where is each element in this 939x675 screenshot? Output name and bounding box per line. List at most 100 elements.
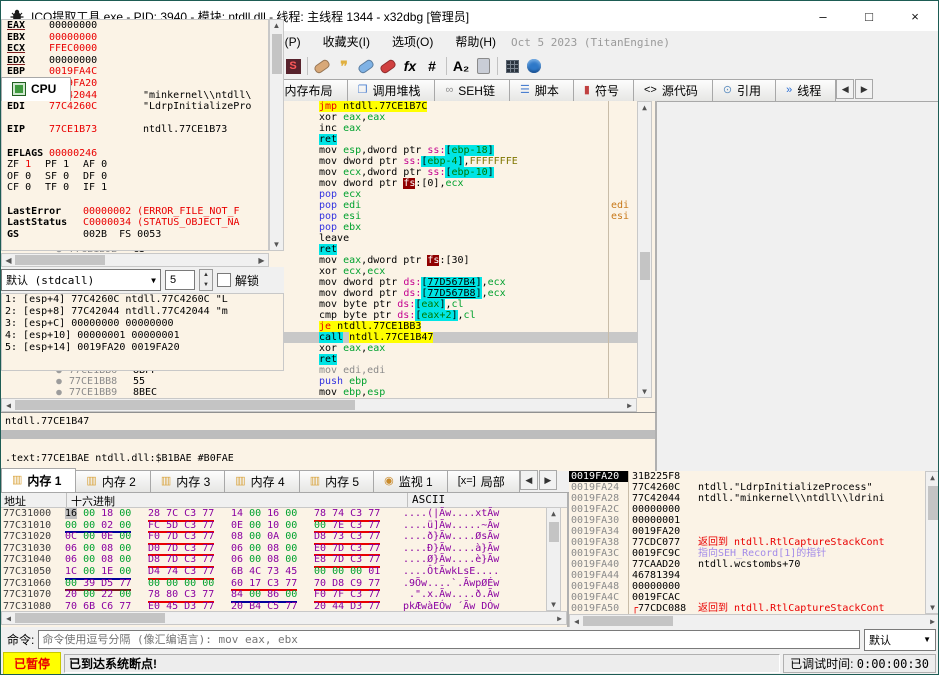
register-line[interactable]: EBX 00000000 bbox=[2, 32, 268, 44]
tab-脚本[interactable]: ☰ 脚本 bbox=[508, 79, 574, 101]
bookmark-button[interactable] bbox=[377, 55, 399, 77]
calling-convention-combo[interactable]: 默认 (stdcall) ▼ bbox=[1, 269, 161, 291]
register-line[interactable]: LastStatus C0000034 (STATUS_OBJECT_NA bbox=[2, 217, 268, 229]
comment-button[interactable]: ❞ bbox=[333, 55, 355, 77]
register-line[interactable]: ECX FFEC0000 bbox=[2, 43, 268, 55]
dump-row-77C31060[interactable]: 77C31060 00 39 D5 77 00 00 00 00 60 17 C3 7… bbox=[1, 578, 567, 592]
stack-row-0019FA24[interactable]: 0019FA24 77C4260C ntdll."LdrpInitializePro… bbox=[569, 482, 938, 493]
register-line[interactable]: LastError 00000002 (ERROR_FILE_NOT_F bbox=[2, 206, 268, 218]
calculator-button[interactable] bbox=[501, 55, 523, 77]
register-line[interactable]: EDI 77C4260C "LdrpInitializePro bbox=[2, 101, 268, 113]
register-line[interactable]: ZF 1 PF 1 AF 0 bbox=[2, 159, 268, 171]
hash-button[interactable]: # bbox=[421, 55, 443, 77]
registers-hscrollbar[interactable]: ◀ ▶ bbox=[1, 253, 269, 267]
menu-item-5[interactable]: 收藏夹(I) bbox=[312, 33, 381, 51]
tab-内存1[interactable]: ▥ 内存 1 bbox=[1, 468, 77, 492]
stack-hscrollbar[interactable]: ◀ ▶ bbox=[569, 614, 938, 627]
stack-value: 77CDC077 bbox=[628, 537, 694, 548]
patch-button[interactable] bbox=[311, 55, 333, 77]
tab-调用堆栈[interactable]: ❐ 调用堆栈 bbox=[346, 79, 436, 101]
registers-view[interactable]: EAX 00000000 EBX 00000000 ECX FFEC0000 EDX 0000… bbox=[1, 19, 269, 251]
registers-vscrollbar[interactable]: ▲ ▼ bbox=[269, 19, 284, 251]
unlock-checkbox[interactable] bbox=[217, 273, 231, 287]
menu-item-6[interactable]: 选项(O) bbox=[381, 33, 444, 51]
stack-row-0019FA3C[interactable]: 0019FA3C 0019FC9C 指向SEH_Record[1]的指针 bbox=[569, 548, 938, 559]
dump-tab-scroll-right[interactable]: ▶ bbox=[538, 470, 557, 490]
dump-vscrollbar[interactable]: ▲ ▼ bbox=[546, 507, 561, 611]
arg-count-spinner[interactable]: ▲ ▼ bbox=[199, 269, 213, 291]
tab-内存4[interactable]: ▥ 内存 4 bbox=[224, 470, 300, 492]
disasm-row-77CE1BB8[interactable]: 77CE1BB8 55 push ebp bbox=[69, 376, 637, 387]
stack-pane[interactable]: 0019FA20 31B225F8 0019FA24 77C4260C ntdll."L… bbox=[569, 471, 938, 627]
argument-row-5[interactable]: 5: [esp+14] 0019FA20 0019FA20 bbox=[2, 342, 283, 354]
dump-hscrollbar[interactable]: ◀ ▶ bbox=[1, 611, 567, 625]
stack-row-0019FA44[interactable]: 0019FA44 46781394 bbox=[569, 570, 938, 581]
stack-row-0019FA38[interactable]: 0019FA38 77CDC077 返回到 ntdll.RtlCaptureStac… bbox=[569, 537, 938, 548]
tab-内存2[interactable]: ▥ 内存 2 bbox=[75, 470, 151, 492]
assemble-button[interactable]: A₂ bbox=[450, 55, 472, 77]
tab-内存5[interactable]: ▥ 内存 5 bbox=[298, 470, 375, 492]
dump-row-77C31030[interactable]: 77C31030 06 00 08 00 D0 7D C3 77 06 00 08 0… bbox=[1, 543, 567, 557]
disasm-hscrollbar[interactable]: ◀ ▶ bbox=[1, 398, 637, 412]
tab-scroll-left[interactable]: ◀ bbox=[836, 79, 855, 99]
stack-row-0019FA30[interactable]: 0019FA30 00000001 bbox=[569, 515, 938, 526]
dump-dword: 20 00 22 00 bbox=[65, 589, 132, 601]
dump-row-77C31020[interactable]: 77C31020 0C 00 0E 00 F0 7D C3 77 08 00 0A 0… bbox=[1, 531, 567, 545]
menu-item-7[interactable]: 帮助(H) bbox=[444, 33, 507, 51]
stack-row-0019FA2C[interactable]: 0019FA2C 00000000 bbox=[569, 504, 938, 515]
label-button[interactable] bbox=[355, 55, 377, 77]
stack-row-0019FA48[interactable]: 0019FA48 00000000 bbox=[569, 581, 938, 592]
memory-dump-pane[interactable]: 地址 十六进制 ASCII 77C31000 16 00 18 00 28 7C C… bbox=[1, 493, 569, 627]
register-line[interactable]: EAX 00000000 bbox=[2, 20, 268, 32]
register-line[interactable]: OF 0 SF 0 DF 0 bbox=[2, 171, 268, 183]
modify-value-button[interactable] bbox=[472, 55, 494, 77]
command-input[interactable] bbox=[38, 630, 860, 649]
arg-count-input[interactable]: 5 bbox=[165, 270, 195, 290]
tab-SEH链[interactable]: ∞ SEH链 bbox=[434, 79, 510, 101]
stack-row-0019FA28[interactable]: 0019FA28 77C42044 ntdll."minkernel\\ntdll\… bbox=[569, 493, 938, 504]
dump-row-77C31040[interactable]: 77C31040 06 00 08 00 D8 7D C3 77 06 00 08 0… bbox=[1, 554, 567, 568]
disasm-comment bbox=[608, 123, 637, 134]
register-line[interactable]: EFLAGS 00000246 bbox=[2, 148, 268, 160]
tab-label: 符号 bbox=[594, 83, 619, 98]
tab-scroll-right[interactable]: ▶ bbox=[855, 79, 874, 99]
arguments-view[interactable]: 1: [esp+4] 77C4260C ntdll.77C4260C "L 2: … bbox=[1, 293, 284, 371]
tab-CPU[interactable]: CPU bbox=[1, 77, 72, 101]
argument-row-1[interactable]: 1: [esp+4] 77C4260C ntdll.77C4260C "L bbox=[2, 294, 283, 306]
internet-button[interactable] bbox=[523, 55, 545, 77]
dump-row-77C31050[interactable]: 77C31050 1C 00 1E 00 D4 74 C3 77 6B 4C 73 4… bbox=[1, 566, 567, 580]
argument-row-3[interactable]: 3: [esp+C] 00000000 00000000 bbox=[2, 318, 283, 330]
stack-vscrollbar[interactable]: ▲ ▼ bbox=[925, 471, 938, 614]
tab-符号[interactable]: ▮ 符号 bbox=[572, 79, 634, 101]
tab-局部[interactable]: [x=] 局部 bbox=[446, 470, 520, 492]
register-line[interactable]: GS 002B FS 0053 bbox=[2, 229, 268, 241]
dump-row-77C31070[interactable]: 77C31070 20 00 22 00 78 80 C3 77 84 00 86 0… bbox=[1, 589, 567, 603]
command-script-combo[interactable]: 默认 ▼ bbox=[864, 628, 936, 651]
tab-引用[interactable]: ⊙ 引用 bbox=[711, 79, 777, 101]
dump-tab-scroll-left[interactable]: ◀ bbox=[519, 470, 538, 490]
function-fx-button[interactable]: fx bbox=[399, 55, 421, 77]
dump-row-77C31010[interactable]: 77C31010 00 00 02 00 FC 5D C3 77 0E 00 10 0… bbox=[1, 520, 567, 534]
tab-内存3[interactable]: ▥ 内存 3 bbox=[149, 470, 226, 492]
argument-row-2[interactable]: 2: [esp+8] 77C42044 ntdll.77C42044 "m bbox=[2, 306, 283, 318]
register-line[interactable]: CF 0 TF 0 IF 1 bbox=[2, 182, 268, 194]
stack-row-0019FA34[interactable]: 0019FA34 0019FA20 bbox=[569, 526, 938, 537]
register-line[interactable]: EIP 77CE1B73 ntdll.77CE1B73 bbox=[2, 124, 268, 136]
stack-row-0019FA4C[interactable]: 0019FA4C 0019FCAC bbox=[569, 592, 938, 603]
dump-row-77C31000[interactable]: 77C31000 16 00 18 00 28 7C C3 77 14 00 16 0… bbox=[1, 508, 567, 522]
tab-源代码[interactable]: <> 源代码 bbox=[632, 79, 713, 101]
register-line[interactable]: EDX 00000000 bbox=[2, 55, 268, 67]
minimize-button[interactable]: – bbox=[800, 2, 846, 30]
maximize-button[interactable]: □ bbox=[846, 2, 892, 30]
argument-row-4[interactable]: 4: [esp+10] 00000001 00000001 bbox=[2, 330, 283, 342]
close-button[interactable]: × bbox=[892, 2, 938, 30]
animate-into-button[interactable]: S bbox=[282, 55, 304, 77]
stack-row-0019FA50[interactable]: 0019FA50 ┌77CDC088 返回到 ntdll.RtlCaptureSta… bbox=[569, 603, 938, 614]
status-bar: 已暂停 已到达系统断点! 已调试时间: 0:00:00:30 bbox=[1, 652, 938, 674]
tab-监视1[interactable]: ◉ 监视 1 bbox=[373, 470, 448, 492]
stack-row-0019FA40[interactable]: 0019FA40 77CAAD20 ntdll.wcstombs+70 bbox=[569, 559, 938, 570]
stack-row-0019FA20[interactable]: 0019FA20 31B225F8 bbox=[569, 471, 938, 482]
disasm-row-77CE1BB9[interactable]: 77CE1BB9 8BEC mov ebp,esp bbox=[69, 387, 637, 398]
disasm-vscrollbar[interactable]: ▲ ▼ bbox=[637, 101, 652, 398]
tab-线程[interactable]: » 线程 bbox=[775, 79, 837, 101]
